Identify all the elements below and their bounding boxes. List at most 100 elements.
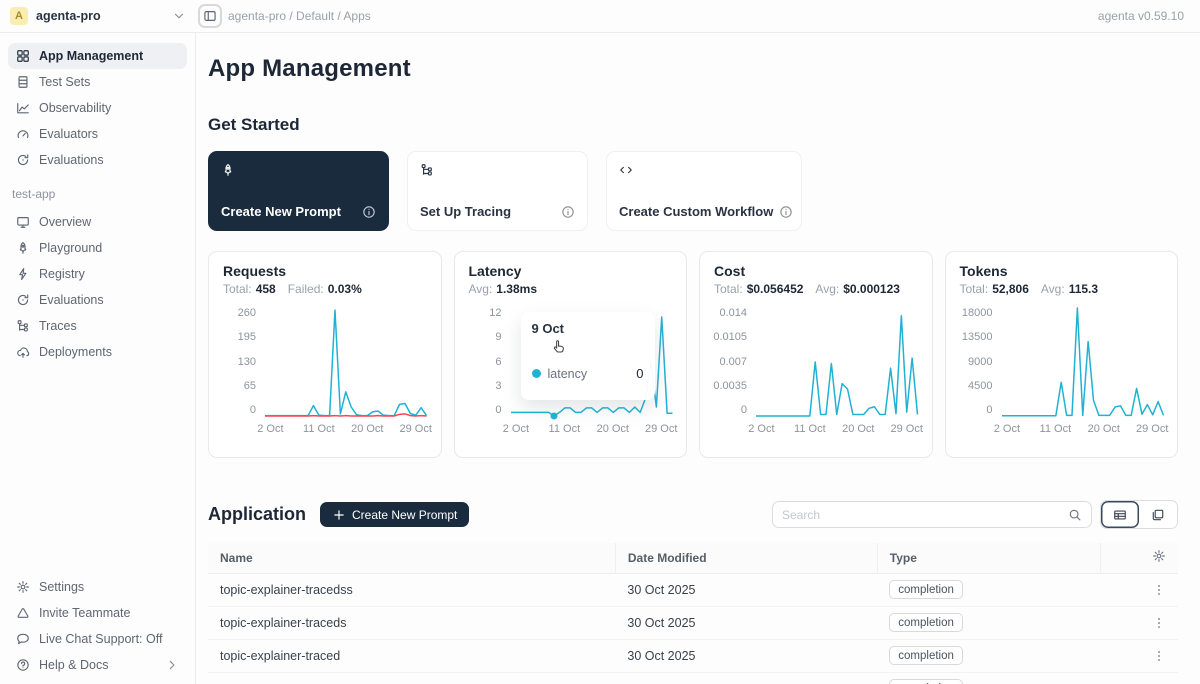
- sidebar-item-label: Observability: [39, 101, 179, 115]
- get-started-card-label: Create New Prompt: [221, 204, 341, 219]
- sidebar-item-help-docs[interactable]: Help & Docs: [8, 652, 187, 678]
- sidebar-item-overview[interactable]: Overview: [8, 209, 187, 235]
- row-menu-icon[interactable]: [1152, 616, 1166, 630]
- help-icon: [16, 658, 30, 672]
- chevron-down-icon[interactable]: [172, 9, 186, 23]
- y-tick-label: 0: [986, 405, 992, 416]
- x-tick-label: 11 Oct: [794, 423, 826, 435]
- chart-stat: Failed:0.03%: [288, 282, 362, 296]
- table-row[interactable]: topic-explainer-traceds30 Oct 2025comple…: [208, 606, 1178, 639]
- cell-name: career-assessment: [208, 672, 615, 684]
- get-started-cards: Create New Prompt Set Up Tracing Create Cu…: [208, 151, 1178, 231]
- cell-name: topic-explainer-tracedss: [208, 573, 615, 606]
- get-started-card-set-up-tracing[interactable]: Set Up Tracing: [407, 151, 588, 231]
- sidebar-item-playground[interactable]: Playground: [8, 235, 187, 261]
- sidebar-item-app-management[interactable]: App Management: [8, 43, 187, 69]
- triangle-icon: [16, 606, 30, 620]
- row-menu-icon[interactable]: [1152, 649, 1166, 663]
- chevron-right-icon: [165, 658, 179, 672]
- table-body: topic-explainer-tracedss30 Oct 2025 compl…: [208, 573, 1178, 684]
- sidebar-item-evaluations[interactable]: Evaluations: [8, 147, 187, 173]
- chart-x-axis: 2 Oct11 Oct20 Oct29 Oct: [265, 421, 427, 437]
- chart-tooltip: 9 Octlatency0: [521, 312, 655, 400]
- sidebar-main-list: App Management Test Sets Observability Eval…: [0, 43, 195, 173]
- sidebar-item-label: Deployments: [39, 345, 179, 359]
- sidebar-item-live-chat-support[interactable]: Live Chat Support: Off: [8, 626, 187, 652]
- breadcrumb[interactable]: agenta-pro / Default / Apps: [228, 9, 1098, 23]
- sidebar-item-test-sets[interactable]: Test Sets: [8, 69, 187, 95]
- cell-actions: [1100, 606, 1178, 639]
- sidebar-item-label: App Management: [39, 49, 179, 63]
- x-tick-label: 29 Oct: [891, 423, 923, 435]
- sidebar-item-label: Evaluators: [39, 127, 179, 141]
- chart-body: 0.0140.01050.0070.00350: [714, 308, 918, 416]
- table-row[interactable]: topic-explainer-traced30 Oct 2025complet…: [208, 639, 1178, 672]
- main-content: App Management Get Started Create New Pr…: [196, 33, 1200, 684]
- x-tick-label: 11 Oct: [549, 423, 581, 435]
- x-tick-label: 29 Oct: [400, 423, 432, 435]
- chart-stats: Total:$0.056452 Avg:$0.000123: [714, 282, 918, 296]
- info-icon[interactable]: [779, 205, 793, 219]
- topbar: A agenta-pro agenta-pro / Default / Apps…: [0, 0, 1200, 33]
- column-header-type: Type: [877, 543, 1100, 573]
- type-badge: completion: [889, 679, 963, 684]
- y-tick-label: 195: [238, 332, 256, 343]
- x-tick-label: 20 Oct: [842, 423, 874, 435]
- sidebar-item-observability[interactable]: Observability: [8, 95, 187, 121]
- sidebar-toggle-button[interactable]: [198, 4, 222, 28]
- table-icon: [16, 75, 30, 89]
- x-tick-label: 2 Oct: [257, 423, 283, 435]
- x-tick-label: 11 Oct: [303, 423, 335, 435]
- branch-icon: [16, 319, 30, 333]
- cell-date-modified: 27 Oct 2025: [615, 672, 877, 684]
- table-view-button[interactable]: [1101, 501, 1139, 528]
- gear-icon: [16, 580, 30, 594]
- row-menu-icon[interactable]: [1152, 583, 1166, 597]
- get-started-card-footer: Create Custom Workflow: [619, 204, 789, 219]
- search-input[interactable]: [782, 508, 1068, 522]
- y-tick-label: 18000: [962, 308, 993, 319]
- x-tick-label: 29 Oct: [1136, 423, 1168, 435]
- search-icon[interactable]: [1068, 508, 1082, 522]
- table-row[interactable]: topic-explainer-tracedss30 Oct 2025compl…: [208, 573, 1178, 606]
- table-row[interactable]: career-assessment27 Oct 2025 completion: [208, 672, 1178, 684]
- get-started-heading: Get Started: [208, 115, 1178, 135]
- info-icon[interactable]: [362, 205, 376, 219]
- cell-type: completion: [877, 672, 1100, 684]
- create-new-prompt-button[interactable]: Create New Prompt: [320, 502, 469, 527]
- card-view-icon: [1151, 508, 1165, 522]
- chart-x-axis: 2 Oct11 Oct20 Oct29 Oct: [756, 421, 918, 437]
- info-icon[interactable]: [561, 205, 575, 219]
- chart-body: 1296309 Octlatency0: [469, 308, 673, 416]
- get-started-card-create-new-prompt[interactable]: Create New Prompt: [208, 151, 389, 231]
- sidebar-item-deployments[interactable]: Deployments: [8, 339, 187, 365]
- card-view-button[interactable]: [1139, 501, 1177, 528]
- y-tick-label: 13500: [962, 332, 993, 343]
- gear-icon[interactable]: [1152, 549, 1166, 563]
- workspace-selector[interactable]: A agenta-pro: [10, 7, 164, 25]
- sidebar-item-evaluations-app[interactable]: Evaluations: [8, 287, 187, 313]
- chart-title: Tokens: [960, 263, 1164, 279]
- charts-row: RequestsTotal:458Failed:0.03%26019513065…: [208, 251, 1178, 458]
- sidebar-item-invite-teammate[interactable]: Invite Teammate: [8, 600, 187, 626]
- hover-marker-dot: [550, 413, 557, 420]
- sidebar-item-registry[interactable]: Registry: [8, 261, 187, 287]
- sidebar-item-evaluators[interactable]: Evaluators: [8, 121, 187, 147]
- sidebar-item-settings[interactable]: Settings: [8, 574, 187, 600]
- sidebar-item-label: Evaluations: [39, 293, 179, 307]
- chart-stat: Avg:$0.000123: [815, 282, 900, 296]
- tooltip-title: 9 Oct: [532, 321, 644, 336]
- cell-date-modified: 30 Oct 2025: [615, 606, 877, 639]
- gauge-icon: [16, 127, 30, 141]
- cell-date-modified: 30 Oct 2025: [615, 639, 877, 672]
- get-started-card-create-custom-workflow[interactable]: Create Custom Workflow: [606, 151, 802, 231]
- cursor-pointer-icon: [551, 338, 568, 355]
- chart-body: 260195130650: [223, 308, 427, 416]
- panel-icon: [203, 9, 217, 23]
- y-tick-label: 65: [244, 381, 256, 392]
- chart-line-svg: [756, 308, 918, 416]
- plus-icon: [332, 508, 346, 522]
- sidebar-item-traces[interactable]: Traces: [8, 313, 187, 339]
- refresh-icon: [16, 153, 30, 167]
- chart-stat: Total:$0.056452: [714, 282, 803, 296]
